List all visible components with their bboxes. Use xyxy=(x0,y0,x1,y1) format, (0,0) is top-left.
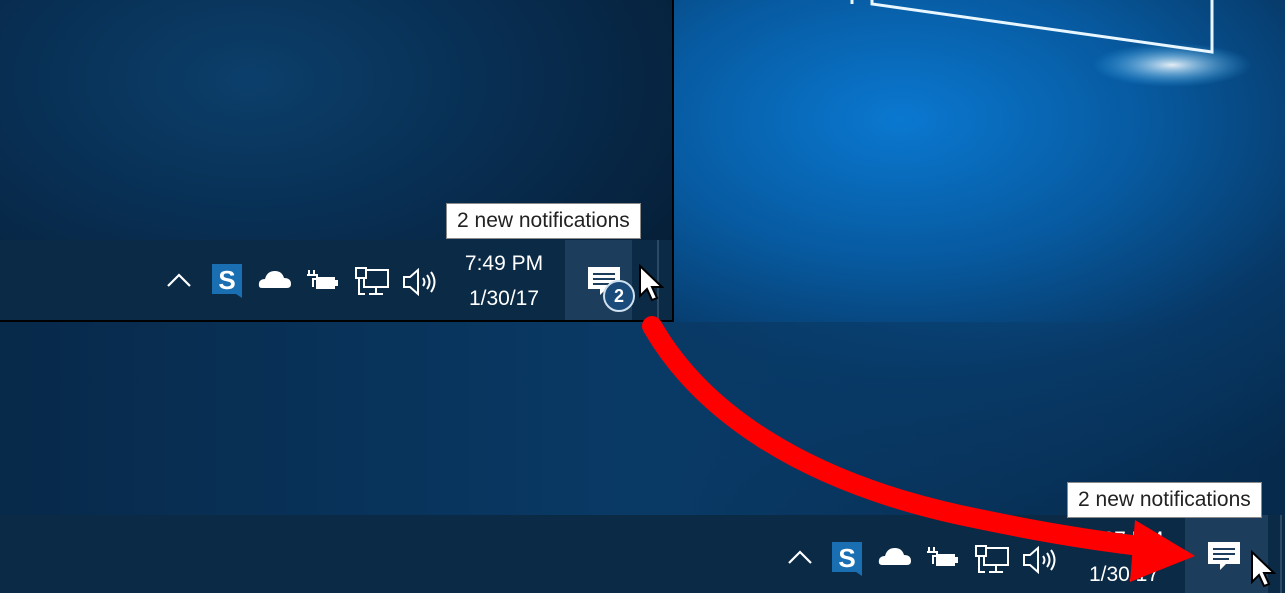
red-arrow-annotation xyxy=(642,316,1195,582)
